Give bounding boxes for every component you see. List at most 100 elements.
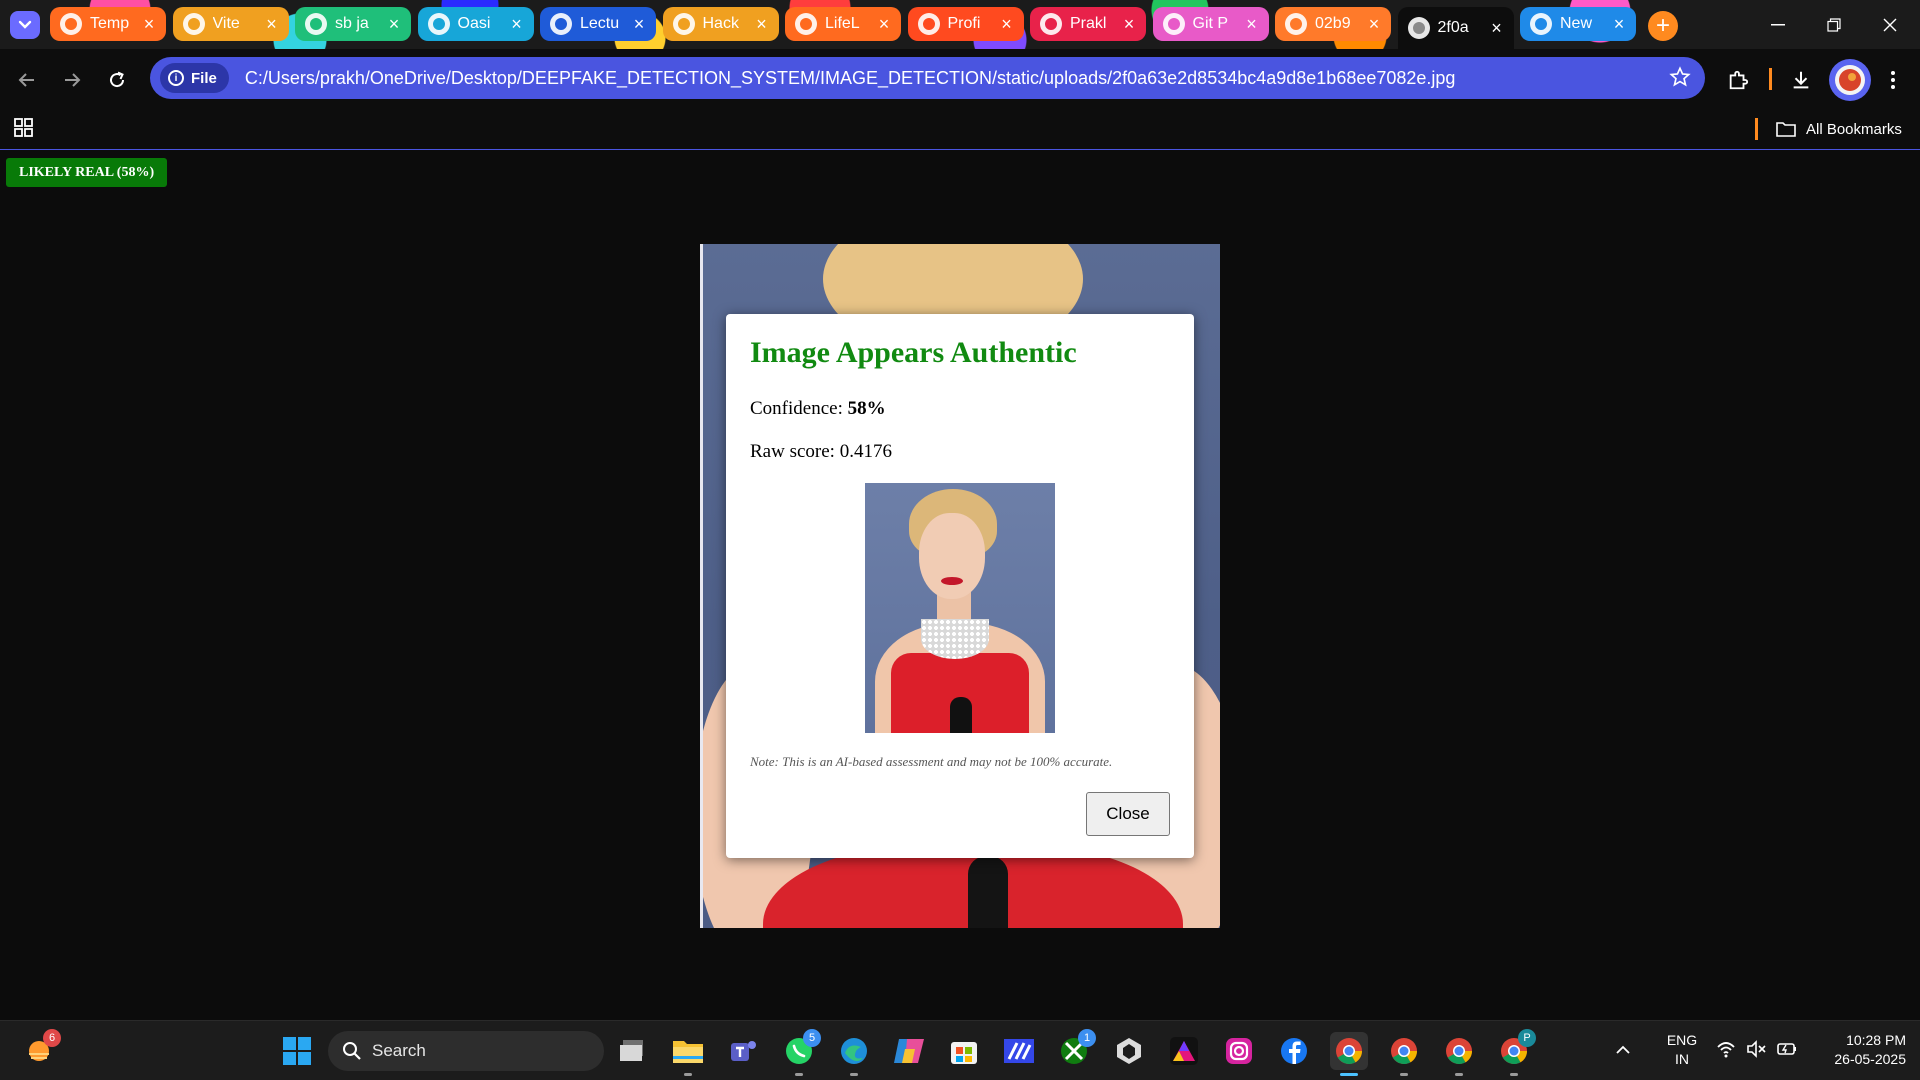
copilot-icon bbox=[894, 1039, 924, 1063]
app-button[interactable] bbox=[1000, 1032, 1038, 1070]
tab-title: Oasi bbox=[457, 15, 491, 32]
address-bar[interactable]: i File C:/Users/prakh/OneDrive/Desktop/D… bbox=[150, 57, 1705, 99]
tab[interactable]: Vite × bbox=[172, 7, 289, 41]
new-tab-button[interactable]: + bbox=[1648, 11, 1678, 41]
thumbnail-necklace bbox=[921, 619, 989, 659]
unity-button[interactable] bbox=[1110, 1032, 1148, 1070]
battery-charging-icon bbox=[1777, 1043, 1796, 1055]
start-button[interactable] bbox=[278, 1032, 316, 1070]
tab[interactable]: Lectu × bbox=[540, 7, 656, 41]
close-tab-icon[interactable]: × bbox=[875, 15, 893, 33]
close-tab-icon[interactable]: × bbox=[1488, 19, 1506, 37]
taskbar-search[interactable]: Search bbox=[328, 1031, 604, 1071]
edge-button[interactable] bbox=[835, 1032, 873, 1076]
whatsapp-button[interactable]: 5 bbox=[780, 1029, 821, 1076]
url-text[interactable]: C:/Users/prakh/OneDrive/Desktop/DEEPFAKE… bbox=[245, 68, 1456, 89]
chrome-profile-button[interactable] bbox=[1385, 1032, 1423, 1076]
tab-title: 2f0a bbox=[1437, 19, 1469, 36]
language-indicator[interactable]: ENG IN bbox=[1658, 1031, 1706, 1069]
quick-settings-button[interactable] bbox=[1716, 1040, 1798, 1058]
copilot-button[interactable] bbox=[890, 1032, 928, 1070]
running-indicator bbox=[1340, 1073, 1358, 1076]
microsoft-store-button[interactable] bbox=[945, 1032, 983, 1070]
wifi-icon bbox=[1717, 1042, 1735, 1058]
site-info-chip[interactable]: i File bbox=[160, 63, 229, 93]
chrome-button[interactable] bbox=[1330, 1032, 1368, 1076]
chrome-profile-button[interactable] bbox=[1440, 1032, 1478, 1076]
all-bookmarks-button[interactable]: All Bookmarks bbox=[1776, 116, 1902, 142]
tab[interactable]: sb ja × bbox=[295, 7, 411, 41]
windows-start-icon bbox=[283, 1037, 311, 1065]
clock[interactable]: 10:28 PM 26-05-2025 bbox=[1802, 1031, 1906, 1069]
browser-menu-button[interactable] bbox=[1876, 63, 1910, 97]
minimize-icon bbox=[1771, 23, 1785, 25]
xbox-button[interactable]: 1 bbox=[1055, 1029, 1096, 1070]
tab[interactable]: New × bbox=[1520, 7, 1636, 41]
tab[interactable]: Prakl × bbox=[1030, 7, 1146, 41]
oasis-icon bbox=[427, 13, 450, 35]
show-hidden-icons-button[interactable] bbox=[1608, 1035, 1638, 1065]
favicon-mark bbox=[310, 18, 322, 30]
tab-search-button[interactable] bbox=[10, 11, 40, 39]
more-vertical-icon bbox=[1891, 71, 1895, 89]
task-view-button[interactable] bbox=[615, 1032, 653, 1070]
close-tab-icon[interactable]: × bbox=[385, 15, 403, 33]
profile-avatar-button[interactable] bbox=[1829, 59, 1871, 101]
close-tab-icon[interactable]: × bbox=[1243, 15, 1261, 33]
affinity-button[interactable] bbox=[1165, 1032, 1203, 1070]
facebook-button[interactable] bbox=[1275, 1032, 1313, 1070]
tab[interactable]: LifeL × bbox=[785, 7, 901, 41]
favicon-mark bbox=[1412, 22, 1425, 34]
forward-button[interactable] bbox=[55, 63, 89, 97]
close-tab-icon[interactable]: × bbox=[140, 15, 158, 33]
close-tab-icon[interactable]: × bbox=[1120, 15, 1138, 33]
file-explorer-button[interactable] bbox=[669, 1032, 707, 1076]
running-indicator bbox=[1400, 1073, 1408, 1076]
teams-button[interactable] bbox=[724, 1032, 762, 1070]
close-tab-icon[interactable]: × bbox=[1610, 15, 1628, 33]
favicon-mark bbox=[1290, 18, 1302, 30]
chrome-profile-button[interactable]: P bbox=[1495, 1029, 1536, 1076]
tab[interactable]: Profi × bbox=[907, 7, 1024, 41]
apps-grid-button[interactable] bbox=[14, 117, 34, 137]
microsoft-store-icon bbox=[951, 1042, 977, 1064]
extensions-button[interactable] bbox=[1721, 63, 1755, 97]
tab[interactable]: Temp × bbox=[50, 7, 166, 41]
photo-microphone bbox=[968, 856, 1008, 928]
close-tab-icon[interactable]: × bbox=[998, 15, 1016, 33]
back-button[interactable] bbox=[10, 63, 44, 97]
tab[interactable]: Oasi × bbox=[417, 7, 534, 41]
tab-title: Lectu bbox=[580, 15, 620, 32]
vite-icon bbox=[182, 13, 205, 35]
running-indicator bbox=[1455, 1073, 1463, 1076]
info-icon: i bbox=[168, 70, 184, 86]
tab[interactable]: Hack × bbox=[662, 7, 779, 41]
thumbnail-lips bbox=[941, 577, 963, 585]
star-icon bbox=[1669, 66, 1691, 87]
github-icon bbox=[1040, 13, 1062, 35]
tab[interactable]: 02b9 × bbox=[1275, 7, 1391, 41]
downloads-button[interactable] bbox=[1784, 63, 1818, 97]
task-view-icon bbox=[620, 1040, 643, 1061]
instagram-button[interactable] bbox=[1220, 1032, 1258, 1070]
close-window-button[interactable] bbox=[1862, 0, 1918, 49]
favicon-mark bbox=[922, 18, 935, 30]
minimize-button[interactable] bbox=[1750, 0, 1806, 49]
tab-title: Git P bbox=[1192, 15, 1229, 32]
tab[interactable]: Git P × bbox=[1152, 7, 1269, 41]
reload-button[interactable] bbox=[100, 63, 134, 97]
close-tab-icon[interactable]: × bbox=[263, 15, 281, 33]
weather-widget[interactable]: 6 bbox=[20, 1029, 61, 1070]
bookmark-star-button[interactable] bbox=[1669, 66, 1691, 88]
close-button[interactable]: Close bbox=[1086, 792, 1170, 836]
close-tab-icon[interactable]: × bbox=[508, 15, 526, 33]
tab-strip: Temp × Vite × sb ja × Oasi × Lectu × Hack × LifeL × Pr… bbox=[0, 0, 1920, 49]
close-tab-icon[interactable]: × bbox=[753, 15, 771, 33]
close-tab-icon[interactable]: × bbox=[1365, 15, 1383, 33]
close-tab-icon[interactable]: × bbox=[630, 15, 648, 33]
restore-button[interactable] bbox=[1806, 0, 1862, 49]
tab-title: Prakl bbox=[1070, 15, 1107, 32]
tab-active[interactable]: 2f0a × bbox=[1397, 7, 1514, 49]
region-code: IN bbox=[1675, 1051, 1689, 1067]
raw-score-label: Raw score: bbox=[750, 441, 835, 462]
